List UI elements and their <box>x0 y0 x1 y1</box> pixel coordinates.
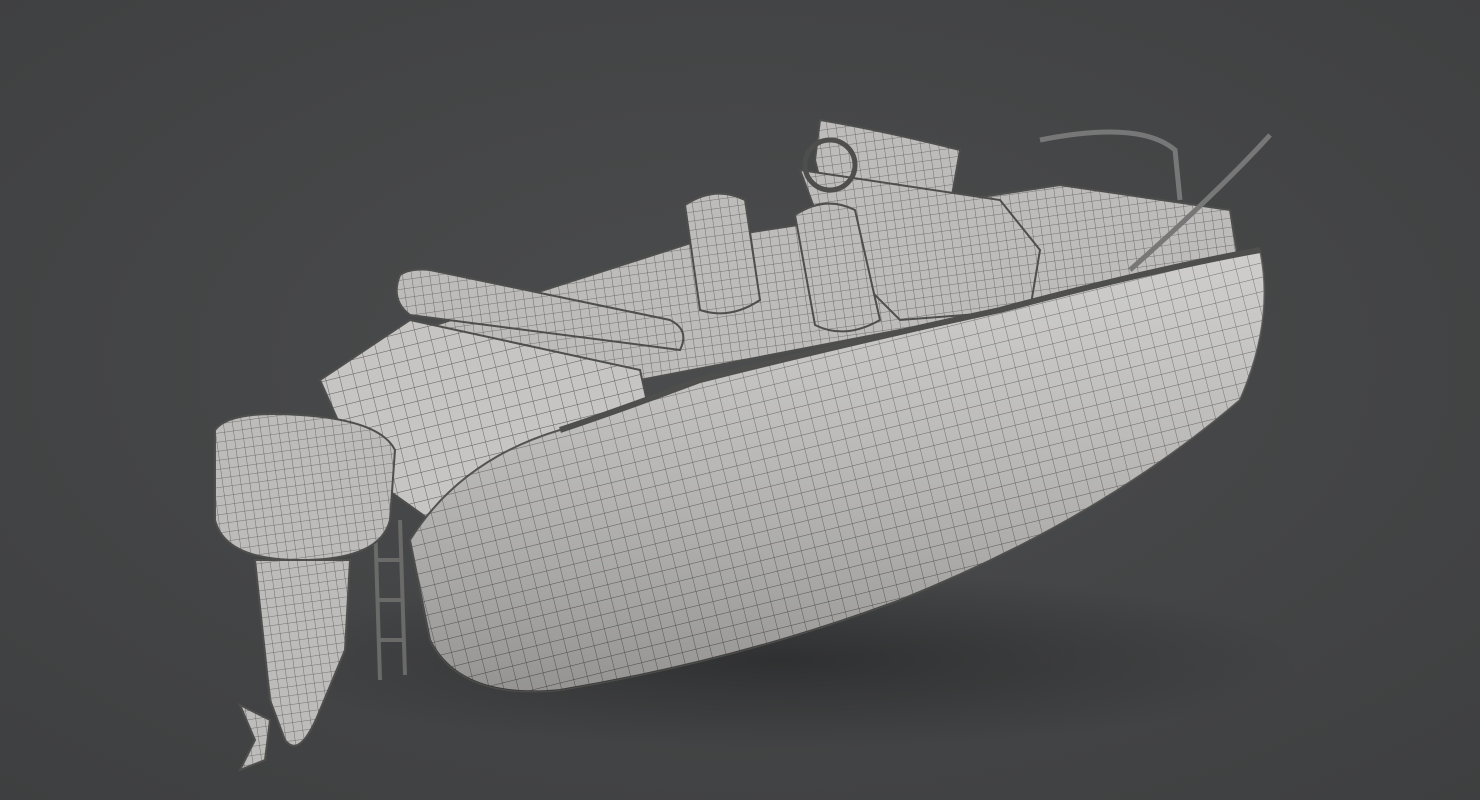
outboard-motor-cowling <box>214 413 397 562</box>
boat-wireframe-render <box>0 0 1480 800</box>
